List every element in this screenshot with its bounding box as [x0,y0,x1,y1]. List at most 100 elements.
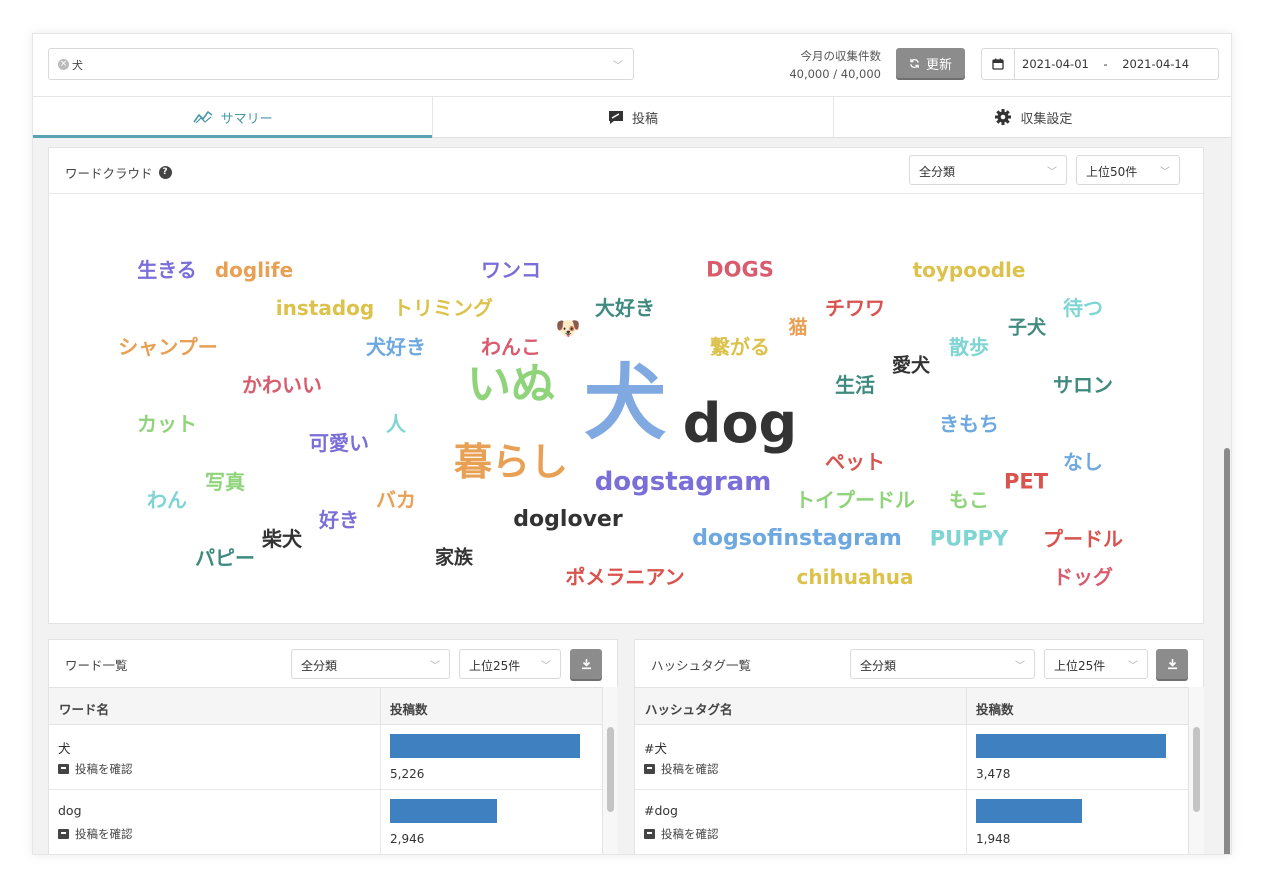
view-posts-link[interactable]: 投稿を確認 [644,761,719,777]
wordcloud-category-select[interactable]: 全分類 ﹀ [909,155,1067,185]
tab-collection-settings[interactable]: 収集設定 [834,97,1231,137]
cloud-word[interactable]: 家族 [435,548,473,568]
cloud-word[interactable]: ポメラニアン [565,567,684,587]
table-row: #dog 投稿を確認 1,948 [635,790,1188,854]
cloud-word[interactable]: わん [147,490,187,510]
scrollbar-thumb[interactable] [607,727,614,812]
word-list-download-button[interactable] [570,649,602,679]
post-count-value: 2,946 [390,832,425,846]
cloud-word[interactable]: 柴犬 [262,529,302,549]
view-posts-link[interactable]: 投稿を確認 [644,826,719,842]
cloud-word[interactable]: PET [1004,471,1048,493]
page-scrollbar[interactable] [1222,138,1231,854]
tab-collection-settings-label: 収集設定 [1020,111,1073,127]
word-table-scrollbar[interactable] [602,687,618,854]
word-list-category-value: 全分類 [301,659,338,673]
cloud-word[interactable]: いぬ [467,363,555,407]
cloud-word[interactable]: 写真 [205,472,245,492]
word-list-title-text: ワード一覧 [65,658,128,673]
cloud-word[interactable]: バカ [376,490,416,510]
word-list-limit-select[interactable]: 上位25件 ﹀ [459,649,561,679]
cloud-word[interactable]: doglife [215,260,293,280]
cloud-word[interactable]: チワワ [825,298,885,318]
help-icon[interactable]: ? [158,166,172,179]
word-list-panel: ワード一覧 全分類 ﹀ 上位25件 ﹀ ワード名 投稿数 犬投稿を確認 5,226… [48,639,618,854]
word-list-limit-value: 上位25件 [469,659,521,673]
cloud-word[interactable]: DOGS [706,259,774,281]
hashtag-list-category-select[interactable]: 全分類 ﹀ [850,649,1035,679]
cloud-word[interactable]: 大好き [595,298,655,318]
cloud-word[interactable]: 待つ [1063,298,1103,318]
post-icon [644,829,655,839]
cloud-word[interactable]: ペット [825,452,885,472]
cloud-word[interactable]: dogsofinstagram [692,528,902,550]
cloud-word[interactable]: サロン [1053,375,1113,395]
keyword-select[interactable]: × 犬 ﹀ [48,48,634,80]
cloud-word[interactable]: 好き [319,510,359,530]
hashtag-table-scrollbar[interactable] [1188,687,1204,854]
hashtag-list-title-text: ハッシュタグ一覧 [651,658,752,673]
cloud-word[interactable]: doglover [513,509,622,531]
gear-icon [995,109,1012,125]
cloud-word[interactable]: ワンコ [481,260,541,280]
cloud-word[interactable]: 愛犬 [892,356,930,376]
cloud-word[interactable]: 猫 [788,318,807,338]
hashtag-list-panel: ハッシュタグ一覧 全分類 ﹀ 上位25件 ﹀ ハッシュタグ名 投稿数 #犬 投稿を… [634,639,1204,854]
post-count-value: 5,226 [390,767,425,781]
cloud-word[interactable]: シャンプー [118,337,217,357]
hashtag-list-limit-select[interactable]: 上位25件 ﹀ [1044,649,1148,679]
cloud-word[interactable]: 犬 [584,363,666,445]
cloud-word[interactable]: カット [137,414,197,434]
view-posts-link[interactable]: 投稿を確認 [58,761,133,777]
cloud-word[interactable]: toypoodle [913,260,1026,280]
cloud-word[interactable]: instadog [276,298,374,318]
cloud-word[interactable]: なし [1063,452,1103,472]
chevron-down-icon: ﹀ [541,661,551,672]
date-range-text: 2021-04-01 - 2021-04-14 [1022,57,1190,71]
word-list-title: ワード一覧 [65,655,128,674]
cloud-word[interactable]: 犬好き [366,337,426,357]
cloud-word[interactable]: 生活 [835,375,875,395]
cloud-word[interactable]: dog [683,397,797,451]
cloud-word[interactable]: きもち [939,414,999,434]
view-posts-link[interactable]: 投稿を確認 [58,826,133,842]
tab-bar: サマリー 投稿 収集設定 [33,97,1231,138]
hashtag-list-limit-value: 上位25件 [1054,659,1106,673]
tab-posts[interactable]: 投稿 [433,97,834,137]
cloud-word[interactable]: 人 [386,414,406,434]
cloud-word[interactable]: 子犬 [1008,318,1046,338]
post-count-value: 1,948 [976,832,1011,846]
cloud-word[interactable]: トリミング [393,298,493,318]
post-icon [608,111,623,124]
hashtag-table-header: ハッシュタグ名 投稿数 [635,687,1188,725]
cloud-word[interactable]: かわいい [242,375,322,395]
hashtag-list-download-button[interactable] [1156,649,1188,679]
cloud-word[interactable]: 繋がる [710,337,770,357]
word-list-category-select[interactable]: 全分類 ﹀ [291,649,450,679]
cloud-word[interactable]: わんこ [481,337,541,357]
cloud-word[interactable]: 散歩 [949,337,989,357]
date-range-picker[interactable]: 2021-04-01 - 2021-04-14 [981,48,1219,80]
chip-remove-icon[interactable]: × [58,59,69,70]
cloud-word[interactable]: PUPPY [930,528,1008,550]
download-icon [1167,659,1177,670]
top-bar: × 犬 ﹀ 今月の収集件数 40,000 / 40,000 更新 2021-04… [33,34,1231,97]
cloud-word[interactable]: プードル [1043,529,1123,549]
column-divider [380,725,381,789]
cloud-word[interactable]: もこ [949,490,989,510]
cloud-word[interactable]: パピー [195,548,255,568]
cloud-word[interactable]: 暮らし [454,443,568,481]
column-divider [380,790,381,854]
cloud-word[interactable]: ドッグ [1053,567,1113,587]
cloud-word[interactable]: dogstagram [595,469,772,495]
scrollbar-thumb[interactable] [1193,727,1200,812]
cloud-word[interactable]: 可愛い [309,433,369,453]
cloud-word[interactable]: トイプードル [795,490,915,510]
page-scrollbar-thumb[interactable] [1224,448,1230,854]
cloud-word[interactable]: 生きる [137,260,197,280]
refresh-button[interactable]: 更新 [896,48,965,78]
tab-summary[interactable]: サマリー [33,97,434,138]
tab-posts-label: 投稿 [631,111,658,127]
wordcloud-limit-select[interactable]: 上位50件 ﹀ [1076,155,1180,185]
cloud-word[interactable]: chihuahua [797,567,914,587]
